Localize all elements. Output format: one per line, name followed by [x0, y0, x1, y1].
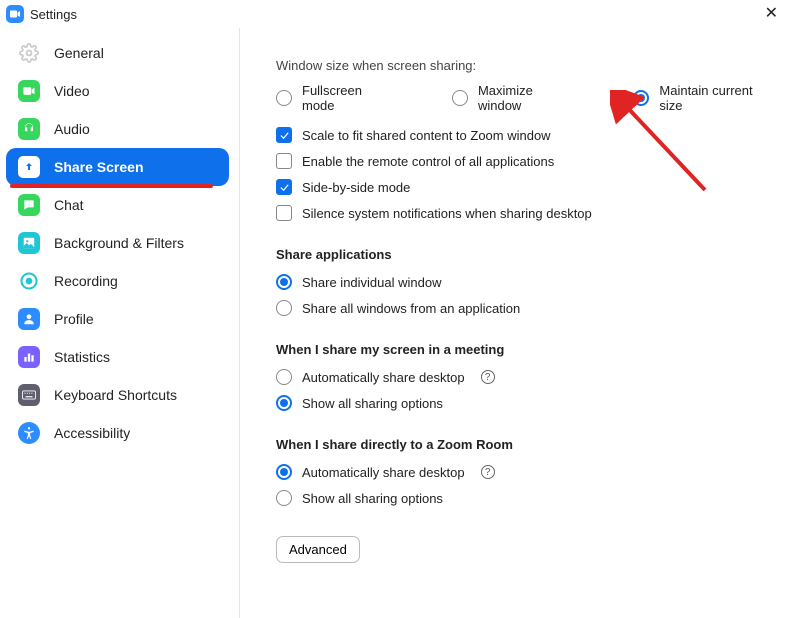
keyboard-icon	[18, 384, 40, 406]
sidebar-item-label: Statistics	[54, 349, 110, 365]
sidebar-item-accessibility[interactable]: Accessibility	[6, 414, 229, 452]
radio-icon	[452, 90, 468, 106]
sidebar: General Video Audio Share Screen	[0, 28, 240, 618]
radio-meeting-show-all-options[interactable]: Show all sharing options	[276, 395, 772, 411]
radio-icon	[276, 90, 292, 106]
sidebar-item-recording[interactable]: Recording	[6, 262, 229, 300]
sidebar-item-background-filters[interactable]: Background & Filters	[6, 224, 229, 262]
recording-icon	[18, 270, 40, 292]
sidebar-item-label: Share Screen	[54, 159, 144, 175]
radio-icon	[276, 274, 292, 290]
radio-icon	[276, 395, 292, 411]
checkbox-icon	[276, 205, 292, 221]
checkbox-icon	[276, 153, 292, 169]
radio-maximize-window[interactable]: Maximize window	[452, 83, 573, 113]
checkbox-icon	[276, 127, 292, 143]
checkbox-label: Scale to fit shared content to Zoom wind…	[302, 128, 551, 143]
sidebar-item-label: Keyboard Shortcuts	[54, 387, 177, 403]
background-filters-icon	[18, 232, 40, 254]
sidebar-item-chat[interactable]: Chat	[6, 186, 229, 224]
radio-label: Show all sharing options	[302, 396, 443, 411]
share-in-meeting-heading: When I share my screen in a meeting	[276, 342, 772, 357]
accessibility-icon	[18, 422, 40, 444]
checkbox-side-by-side[interactable]: Side-by-side mode	[276, 179, 772, 195]
share-screen-icon	[18, 156, 40, 178]
chat-icon	[18, 194, 40, 216]
radio-share-all-windows[interactable]: Share all windows from an application	[276, 300, 772, 316]
sidebar-item-keyboard-shortcuts[interactable]: Keyboard Shortcuts	[6, 376, 229, 414]
statistics-icon	[18, 346, 40, 368]
sidebar-item-general[interactable]: General	[6, 34, 229, 72]
checkbox-icon	[276, 179, 292, 195]
radio-label: Automatically share desktop	[302, 370, 465, 385]
radio-icon	[276, 490, 292, 506]
sidebar-item-label: Video	[54, 83, 90, 99]
radio-share-individual-window[interactable]: Share individual window	[276, 274, 772, 290]
checkbox-label: Side-by-side mode	[302, 180, 410, 195]
main-content: Window size when screen sharing: Fullscr…	[240, 28, 790, 618]
checkbox-scale-to-fit[interactable]: Scale to fit shared content to Zoom wind…	[276, 127, 772, 143]
zoom-app-icon	[6, 5, 24, 23]
close-icon[interactable]: ✕	[761, 6, 782, 22]
checkbox-silence-notifications[interactable]: Silence system notifications when sharin…	[276, 205, 772, 221]
radio-icon	[633, 90, 649, 106]
radio-zoomroom-auto-share-desktop[interactable]: Automatically share desktop ?	[276, 464, 772, 480]
sidebar-item-profile[interactable]: Profile	[6, 300, 229, 338]
titlebar: Settings ✕	[0, 0, 790, 28]
radio-icon	[276, 369, 292, 385]
audio-icon	[18, 118, 40, 140]
radio-icon	[276, 300, 292, 316]
sidebar-item-label: Accessibility	[54, 425, 130, 441]
radio-label: Maximize window	[478, 83, 573, 113]
sidebar-item-label: Background & Filters	[54, 235, 184, 251]
radio-label: Maintain current size	[659, 83, 772, 113]
radio-label: Automatically share desktop	[302, 465, 465, 480]
sidebar-item-share-screen[interactable]: Share Screen	[6, 148, 229, 186]
radio-label: Fullscreen mode	[302, 83, 392, 113]
share-applications-heading: Share applications	[276, 247, 772, 262]
general-icon	[18, 42, 40, 64]
help-icon[interactable]: ?	[481, 465, 495, 479]
share-zoom-room-heading: When I share directly to a Zoom Room	[276, 437, 772, 452]
radio-maintain-current-size[interactable]: Maintain current size	[633, 83, 772, 113]
radio-label: Share individual window	[302, 275, 441, 290]
checkbox-label: Enable the remote control of all applica…	[302, 154, 554, 169]
video-icon	[18, 80, 40, 102]
sidebar-item-label: Chat	[54, 197, 84, 213]
sidebar-item-label: Profile	[54, 311, 94, 327]
radio-fullscreen-mode[interactable]: Fullscreen mode	[276, 83, 392, 113]
sidebar-item-label: General	[54, 45, 104, 61]
checkbox-enable-remote-control[interactable]: Enable the remote control of all applica…	[276, 153, 772, 169]
sidebar-item-audio[interactable]: Audio	[6, 110, 229, 148]
profile-icon	[18, 308, 40, 330]
sidebar-item-label: Audio	[54, 121, 90, 137]
help-icon[interactable]: ?	[481, 370, 495, 384]
checkbox-label: Silence system notifications when sharin…	[302, 206, 592, 221]
window-size-heading: Window size when screen sharing:	[276, 58, 772, 73]
radio-zoomroom-show-all-options[interactable]: Show all sharing options	[276, 490, 772, 506]
advanced-button[interactable]: Advanced	[276, 536, 360, 563]
radio-meeting-auto-share-desktop[interactable]: Automatically share desktop ?	[276, 369, 772, 385]
radio-label: Share all windows from an application	[302, 301, 520, 316]
radio-label: Show all sharing options	[302, 491, 443, 506]
window-title: Settings	[30, 7, 77, 22]
sidebar-item-statistics[interactable]: Statistics	[6, 338, 229, 376]
sidebar-item-label: Recording	[54, 273, 118, 289]
sidebar-item-video[interactable]: Video	[6, 72, 229, 110]
radio-icon	[276, 464, 292, 480]
